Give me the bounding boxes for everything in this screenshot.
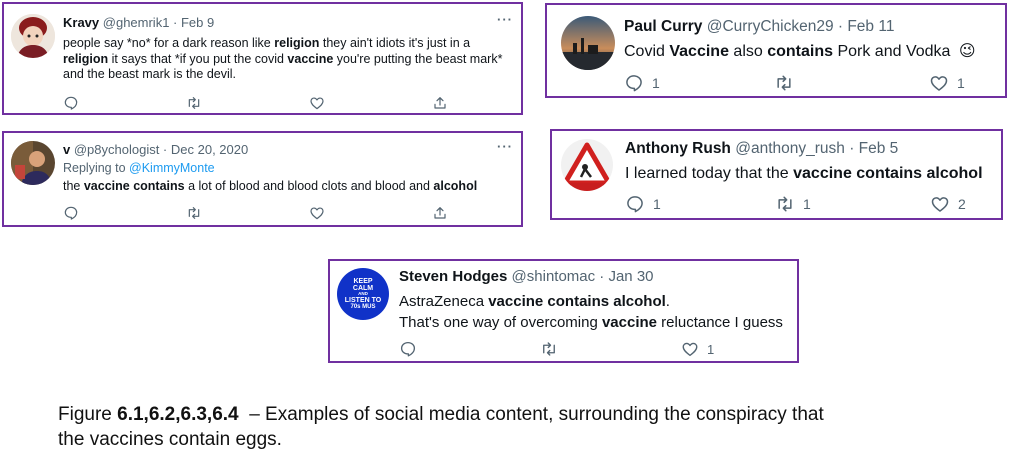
- reply-icon[interactable]: [399, 340, 540, 358]
- tweet-header: Steven Hodges @shintomac · Jan 30: [399, 268, 654, 285]
- tweet-actions: [63, 95, 448, 111]
- replying-to: Replying to @KimmyMonte: [63, 161, 215, 175]
- handle-and-date[interactable]: @ghemrik1 · Feb 9: [103, 15, 214, 30]
- reply-button[interactable]: 1: [624, 73, 774, 93]
- mention-link[interactable]: @KimmyMonte: [129, 161, 215, 175]
- more-icon[interactable]: ···: [497, 12, 513, 27]
- reply-count: 1: [653, 196, 661, 212]
- avatar-text: 70s MUS: [350, 303, 376, 310]
- like-icon[interactable]: [309, 205, 325, 221]
- tweet-actions: 1 1: [624, 73, 965, 93]
- retweet-count: 1: [803, 196, 811, 212]
- display-name[interactable]: Paul Curry: [624, 18, 702, 35]
- tweet-text: people say *no* for a dark reason like r…: [63, 36, 503, 82]
- avatar[interactable]: [11, 14, 55, 58]
- like-count: 2: [958, 196, 966, 212]
- retweet-icon[interactable]: [186, 95, 202, 111]
- tweet-card-anthony-rush: Anthony Rush @anthony_rush · Feb 5 I lea…: [550, 129, 1003, 220]
- retweet-icon[interactable]: [774, 73, 929, 93]
- share-icon[interactable]: [432, 95, 448, 111]
- more-icon[interactable]: ···: [497, 139, 513, 154]
- retweet-button[interactable]: 1: [775, 194, 930, 214]
- tweet-card-v: v @p8ychologist · Dec 20, 2020 ··· Reply…: [2, 131, 523, 227]
- avatar[interactable]: [561, 139, 613, 191]
- handle-and-date[interactable]: @CurryChicken29 · Feb 11: [707, 18, 895, 35]
- like-button[interactable]: 1: [681, 340, 714, 358]
- tweet-card-steven-hodges: KEEP CALM AND LISTEN TO 70s MUS Steven H…: [328, 259, 799, 363]
- reply-button[interactable]: 1: [625, 194, 775, 214]
- tweet-text: the vaccine contains a lot of blood and …: [63, 179, 478, 193]
- retweet-icon[interactable]: [540, 340, 681, 358]
- avatar[interactable]: KEEP CALM AND LISTEN TO 70s MUS: [337, 268, 389, 320]
- avatar[interactable]: [11, 141, 55, 185]
- tweet-header: Paul Curry @CurryChicken29 · Feb 11: [624, 18, 894, 36]
- handle-and-date[interactable]: @p8ychologist · Dec 20, 2020: [74, 142, 248, 157]
- handle-and-date[interactable]: @shintomac · Jan 30: [512, 268, 654, 285]
- share-icon[interactable]: [432, 205, 448, 221]
- tweet-card-paul-curry: Paul Curry @CurryChicken29 · Feb 11 Covi…: [545, 3, 1007, 98]
- like-count: 1: [707, 341, 715, 357]
- tweet-header: Kravy @ghemrik1 · Feb 9: [63, 15, 214, 30]
- like-icon[interactable]: [309, 95, 325, 111]
- avatar[interactable]: [561, 16, 615, 70]
- like-button[interactable]: 2: [930, 194, 966, 214]
- avatar-text: KEEP: [353, 278, 373, 286]
- display-name[interactable]: v: [63, 142, 70, 157]
- tweet-header: Anthony Rush @anthony_rush · Feb 5: [625, 140, 898, 158]
- like-button[interactable]: 1: [929, 73, 965, 93]
- display-name[interactable]: Steven Hodges: [399, 268, 507, 285]
- reply-icon[interactable]: [63, 205, 79, 221]
- retweet-icon[interactable]: [186, 205, 202, 221]
- reply-count: 1: [652, 75, 660, 91]
- tweet-text: Covid Vaccine also contains Pork and Vod…: [624, 43, 976, 60]
- like-count: 1: [957, 75, 965, 91]
- tweet-text: AstraZeneca vaccine contains alcohol. Th…: [399, 293, 783, 331]
- tweet-card-kravy: Kravy @ghemrik1 · Feb 9 ··· people say *…: [2, 2, 523, 115]
- handle-and-date[interactable]: @anthony_rush · Feb 5: [735, 140, 898, 157]
- tweet-actions: [63, 205, 448, 221]
- tweet-actions: 1 1 2: [625, 194, 966, 214]
- tweet-text: I learned today that the vaccine contain…: [625, 165, 983, 182]
- display-name[interactable]: Anthony Rush: [625, 140, 731, 157]
- figure-caption: Figure 6.1,6.2,6.3,6.4 – Examples of soc…: [58, 404, 824, 450]
- reply-icon[interactable]: [63, 95, 79, 111]
- avatar-text: LISTEN TO: [344, 296, 382, 304]
- wink-emoji: 😉: [958, 43, 976, 60]
- display-name[interactable]: Kravy: [63, 15, 99, 30]
- tweet-header: v @p8ychologist · Dec 20, 2020: [63, 142, 248, 157]
- tweet-actions: 1: [399, 340, 714, 358]
